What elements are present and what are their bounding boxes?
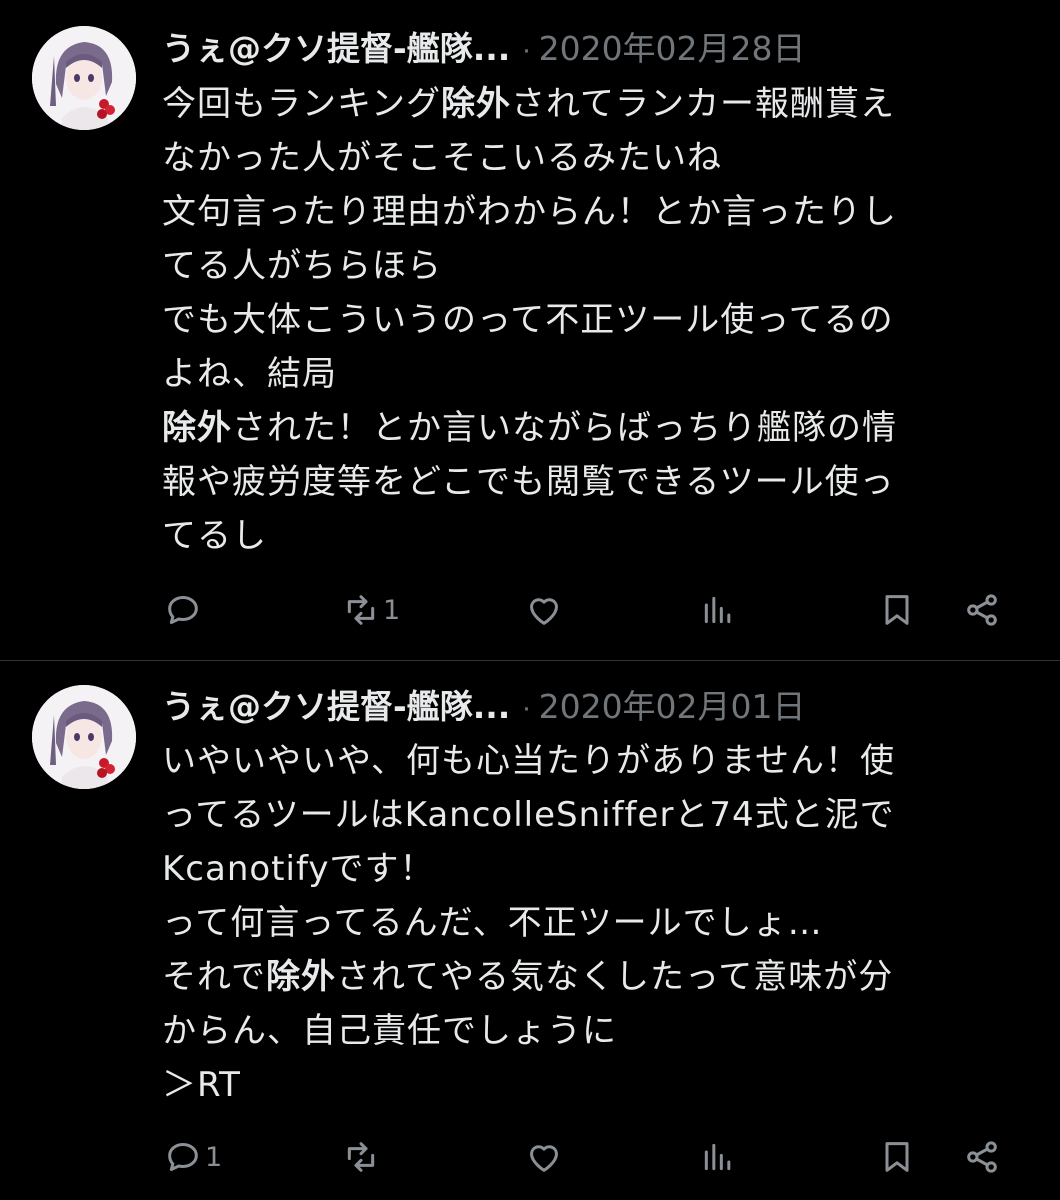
avatar[interactable] (32, 26, 136, 130)
text-segment: いやいやいや、何も心当たりがありません！使 (162, 741, 895, 781)
tweet[interactable]: うぇ@クソ提督-艦隊... · 2020年02月28日 今回もランキング除外されてラ… (0, 0, 1060, 660)
text-segment: ってるツールはKancolleSnifferと74式と泥で (162, 795, 895, 835)
text-line: よね、結局 (162, 347, 1042, 401)
bookmark-icon (885, 1142, 909, 1172)
text-line: って何言ってるんだ、不正ツールでしょ… (162, 896, 1042, 950)
text-line: てる人がちらほら (162, 239, 1042, 293)
action-bar: 1 (0, 582, 1060, 638)
views-button[interactable] (698, 582, 740, 638)
like-button[interactable] (524, 1129, 566, 1185)
share-button[interactable] (962, 1129, 1002, 1185)
author-name[interactable]: うぇ@クソ提督-艦隊... (162, 687, 510, 726)
tweet-header: うぇ@クソ提督-艦隊... · 2020年02月28日 (162, 22, 806, 76)
text-segment: てるし (162, 516, 267, 556)
retweet-button[interactable] (341, 1129, 383, 1185)
tweet-text: 今回もランキング除外されてランカー報酬貰え なかった人がそこそこいるみたいね 文句言… (162, 77, 1042, 563)
text-segment: Kcanotifyです！ (162, 849, 435, 889)
highlighted-text: 除外 (162, 408, 232, 448)
text-segment: なかった人がそこそこいるみたいね (162, 138, 722, 178)
separator: · (522, 37, 531, 67)
share-button[interactable] (962, 582, 1002, 638)
text-line: それで除外されてやる気なくしたって意味が分 (162, 950, 1042, 1004)
highlighted-text: 除外 (265, 957, 336, 997)
views-icon (704, 1143, 731, 1171)
reply-icon (168, 1143, 198, 1171)
text-segment: からん、自己責任でしょうに (162, 1011, 617, 1051)
text-segment: 今回もランキング (162, 84, 441, 124)
text-line: なかった人がそこそこいるみたいね (162, 131, 1042, 185)
separator: · (522, 695, 531, 725)
share-icon (967, 1141, 997, 1173)
text-segment: されてランカー報酬貰え (510, 84, 895, 124)
text-line: てるし (162, 509, 1042, 563)
action-bar: 1 (0, 1129, 1060, 1185)
retweet-icon (347, 595, 375, 625)
views-icon (704, 596, 731, 624)
text-segment: って何言ってるんだ、不正ツールでしょ… (162, 903, 823, 943)
retweet-count: 1 (383, 594, 401, 626)
text-line: いやいやいや、何も心当たりがありません！使 (162, 734, 1042, 788)
text-line: ＞RT (162, 1058, 1042, 1112)
like-button[interactable] (524, 582, 566, 638)
share-icon (967, 594, 997, 626)
text-line: 文句言ったり理由がわからん！とか言ったりし (162, 185, 1042, 239)
author-name[interactable]: うぇ@クソ提督-艦隊... (162, 29, 510, 68)
tweet-header: うぇ@クソ提督-艦隊... · 2020年02月01日 (162, 680, 806, 734)
text-line: ってるツールはKancolleSnifferと74式と泥で (162, 788, 1042, 842)
text-segment: てる人がちらほら (162, 246, 442, 286)
tweet-text: いやいやいや、何も心当たりがありません！使 ってるツールはKancolleSnif… (162, 734, 1042, 1112)
text-line: 報や疲労度等をどこでも閲覧できるツール使っ (162, 455, 1042, 509)
text-segment: ＞RT (162, 1065, 241, 1105)
like-icon (530, 598, 558, 625)
text-segment: 報や疲労度等をどこでも閲覧できるツール使っ (162, 462, 895, 502)
tweet-date[interactable]: 2020年02月01日 (539, 687, 806, 726)
text-line: からん、自己責任でしょうに (162, 1004, 1042, 1058)
text-line: 除外された！とか言いながらばっちり艦隊の情 (162, 401, 1042, 455)
like-icon (530, 1145, 558, 1172)
tweet[interactable]: うぇ@クソ提督-艦隊... · 2020年02月01日 いやいやいや、何も心当たりが… (0, 661, 1060, 1200)
text-segment: されてやる気なくしたって意味が分 (335, 957, 894, 997)
text-segment: よね、結局 (162, 354, 337, 394)
reply-button[interactable]: 1 (163, 1129, 222, 1185)
text-segment: それで (162, 957, 266, 997)
retweet-button[interactable]: 1 (341, 582, 400, 638)
tweet-date[interactable]: 2020年02月28日 (539, 29, 806, 68)
retweet-icon (347, 1142, 375, 1172)
text-line: でも大体こういうのって不正ツール使ってるの (162, 293, 1042, 347)
highlighted-text: 除外 (440, 84, 511, 124)
bookmark-icon (885, 595, 909, 625)
avatar[interactable] (32, 685, 136, 789)
text-segment: 文句言ったり理由がわからん！とか言ったりし (162, 192, 897, 232)
reply-icon (168, 596, 198, 624)
views-button[interactable] (698, 1129, 740, 1185)
text-line: Kcanotifyです！ (162, 842, 1042, 896)
text-line: 今回もランキング除外されてランカー報酬貰え (162, 77, 1042, 131)
text-segment: でも大体こういうのって不正ツール使ってるの (162, 300, 894, 340)
bookmark-button[interactable] (877, 1129, 917, 1185)
reply-count: 1 (205, 1141, 223, 1173)
text-segment: された！とか言いながらばっちり艦隊の情 (232, 408, 897, 448)
reply-button[interactable] (163, 582, 205, 638)
bookmark-button[interactable] (877, 582, 917, 638)
